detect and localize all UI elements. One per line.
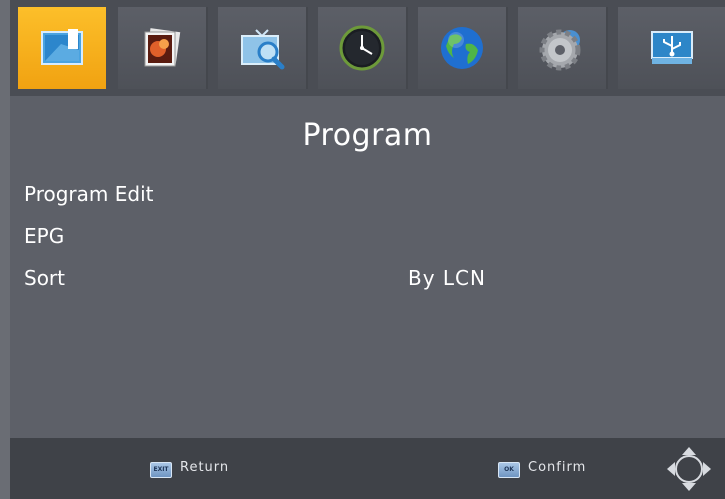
usb-icon [650, 31, 693, 64]
sort-value[interactable]: By LCN [408, 266, 486, 290]
return-hint: Return [180, 460, 230, 475]
confirm-hint: Confirm [528, 460, 587, 475]
tab-language[interactable] [418, 7, 508, 89]
picture-icon [144, 28, 181, 67]
tab-picture[interactable] [118, 7, 208, 89]
menu-panel: Program Program Edit EPG Sort By LCN [10, 96, 725, 438]
channel-search-icon [241, 29, 285, 70]
exit-key-icon: EXIT [150, 462, 172, 478]
menu-item-program-edit[interactable]: Program Edit [24, 182, 153, 206]
footer-hint-bar: EXIT Return OK Confirm [10, 438, 725, 499]
tab-channel-search[interactable] [218, 7, 308, 89]
tv-menu-screen: Program Program Edit EPG Sort By LCN EXI… [0, 0, 725, 499]
screen-edge [0, 0, 10, 499]
program-icon [41, 29, 83, 65]
tab-usb[interactable] [618, 7, 725, 89]
menu-item-sort[interactable]: Sort [24, 266, 65, 290]
menu-item-epg[interactable]: EPG [24, 224, 64, 248]
dpad-navigation-icon [667, 447, 711, 491]
page-title: Program [302, 118, 433, 153]
top-tab-bar [10, 0, 725, 96]
tab-settings[interactable] [518, 7, 608, 89]
globe-icon [441, 27, 483, 69]
ok-key-icon: OK [498, 462, 520, 478]
settings-gear-icon [539, 29, 581, 71]
tab-program[interactable] [18, 7, 106, 89]
tab-time[interactable] [318, 7, 408, 89]
time-icon [339, 25, 385, 71]
